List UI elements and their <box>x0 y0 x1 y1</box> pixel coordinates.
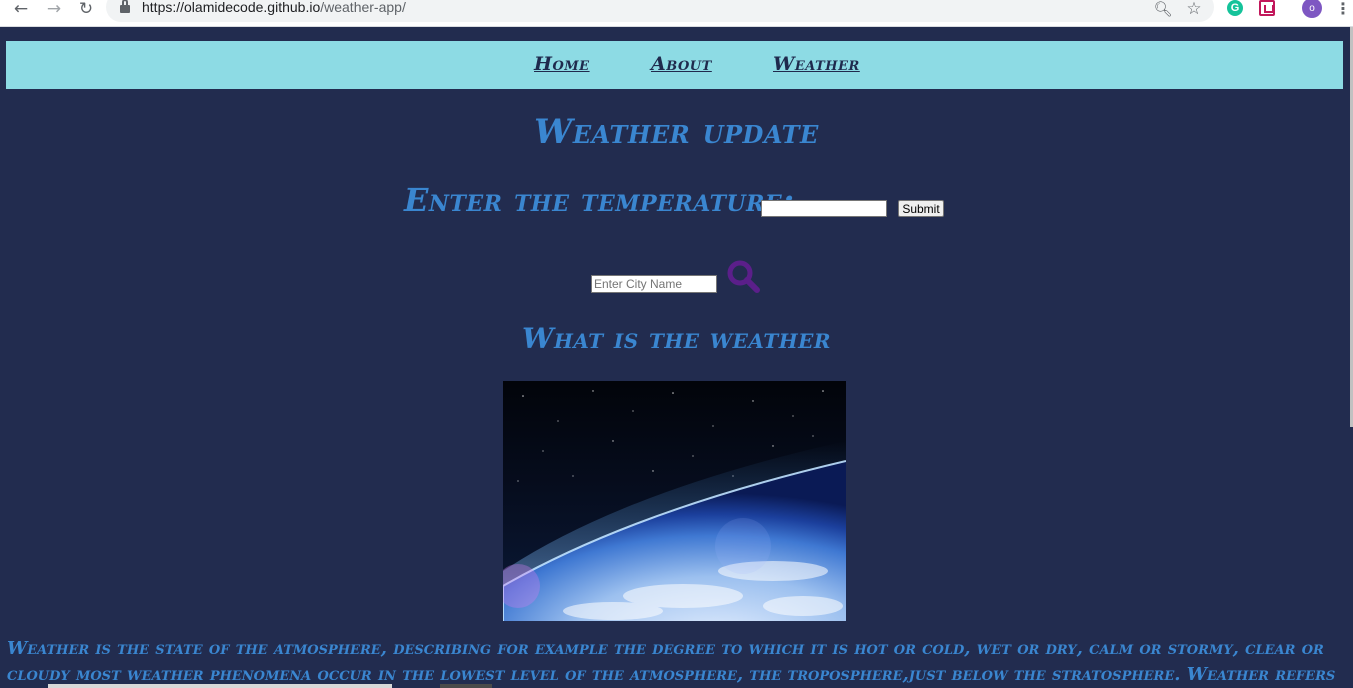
search-icon[interactable] <box>726 259 760 293</box>
url-text[interactable]: https://olamidecode.github.io/weather-ap… <box>142 0 406 15</box>
profile-avatar[interactable]: o <box>1302 0 1322 18</box>
weather-description: Weather is the state of the atmosphere, … <box>7 638 1336 685</box>
city-name-input[interactable] <box>591 275 717 293</box>
browser-toolbar: ← → ↻ https://olamidecode.github.io/weat… <box>0 0 1353 27</box>
reload-icon[interactable]: ↻ <box>76 0 96 19</box>
nav-link-weather[interactable]: Weather <box>773 53 860 75</box>
temperature-input[interactable] <box>761 200 887 217</box>
grammarly-extension-icon[interactable]: G <box>1227 0 1243 16</box>
forward-arrow-icon[interactable]: → <box>44 0 64 19</box>
zoom-icon[interactable]: 🔍︎ <box>1153 0 1172 18</box>
extension-icon[interactable] <box>1259 0 1275 16</box>
bookmark-star-icon[interactable]: ☆ <box>1185 0 1203 19</box>
horizontal-scrollbar[interactable] <box>48 684 392 688</box>
url-host: https://olamidecode.github.io <box>142 0 321 15</box>
kebab-menu-icon[interactable]: ⋮ <box>1335 0 1351 18</box>
back-arrow-icon[interactable]: ← <box>11 0 31 19</box>
earth-from-space-image <box>503 381 846 621</box>
nav-link-home[interactable]: Home <box>534 53 590 75</box>
site-nav: Home About Weather <box>6 41 1343 89</box>
temperature-label: Enter the temperature: <box>404 181 795 219</box>
section-heading: What is the weather <box>522 322 831 355</box>
page-title: Weather update <box>534 112 819 152</box>
lock-icon <box>120 0 130 13</box>
submit-button[interactable]: Submit <box>898 200 944 217</box>
scrollbar-thumb[interactable] <box>440 684 492 688</box>
nav-link-about[interactable]: About <box>651 53 712 75</box>
url-path: /weather-app/ <box>320 0 406 15</box>
